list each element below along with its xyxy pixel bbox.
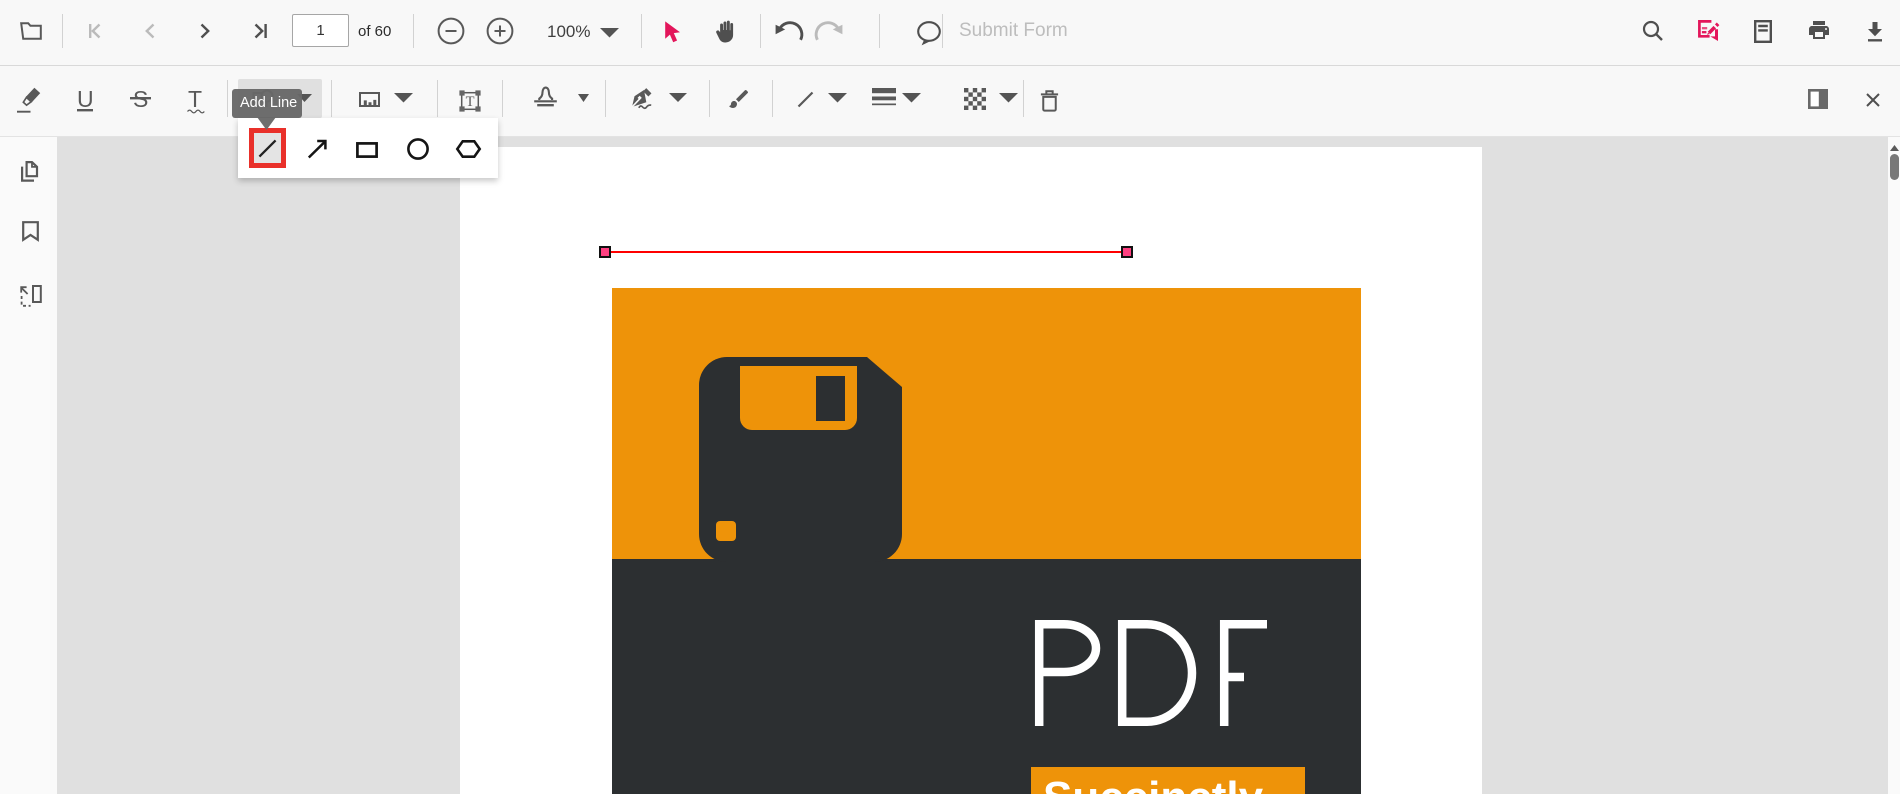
svg-text:T: T — [466, 94, 475, 110]
